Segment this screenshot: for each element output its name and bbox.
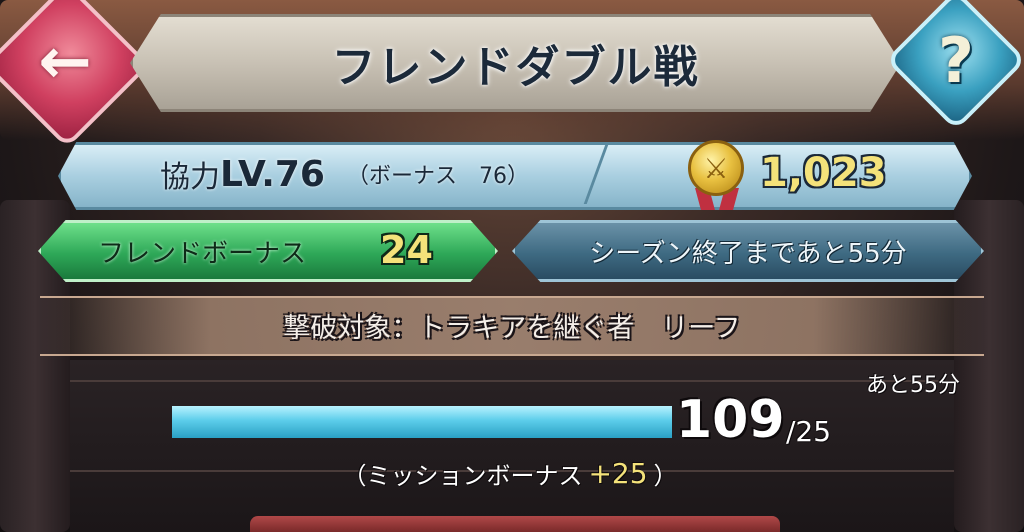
mission-bonus-value: +25 [588, 456, 648, 490]
progress-bar-fill [172, 406, 672, 438]
score-value: 1,023 [760, 150, 887, 196]
coop-level: 協力 LV.76 （ボーナス 76） [160, 152, 529, 196]
season-remaining-label: シーズン終了まであと55分 [589, 238, 907, 269]
help-question-icon[interactable]: ? [918, 18, 994, 102]
progress-bar [172, 406, 672, 438]
progress-current: 109 [676, 390, 785, 450]
back-arrow-icon[interactable]: ← [20, 22, 110, 102]
friend-bonus-value: 24 [380, 228, 433, 272]
remaining-time: あと55分 [866, 373, 960, 398]
page-title: フレンドダブル戦 [331, 42, 700, 93]
mission-bonus-suffix: ） [653, 461, 678, 490]
mission-bonus-prefix: （ミッションボーナス [342, 461, 583, 490]
mission-bonus: （ミッションボーナス +25 ） [300, 454, 720, 492]
progress-target: /25 [786, 415, 832, 448]
title-banner: フレンドダブル戦 [130, 14, 901, 112]
coop-bonus: （ボーナス 76） [346, 164, 529, 189]
bottom-action-strip[interactable] [250, 516, 780, 532]
target-label: 撃破対象：トラキアを継ぐ者 リーフ [283, 312, 741, 344]
coop-prefix: 協力 [160, 160, 220, 195]
friend-bonus-label: フレンドボーナス [98, 238, 307, 269]
medal-icon: ⚔ [688, 140, 744, 196]
coop-level-value: LV.76 [220, 153, 325, 195]
